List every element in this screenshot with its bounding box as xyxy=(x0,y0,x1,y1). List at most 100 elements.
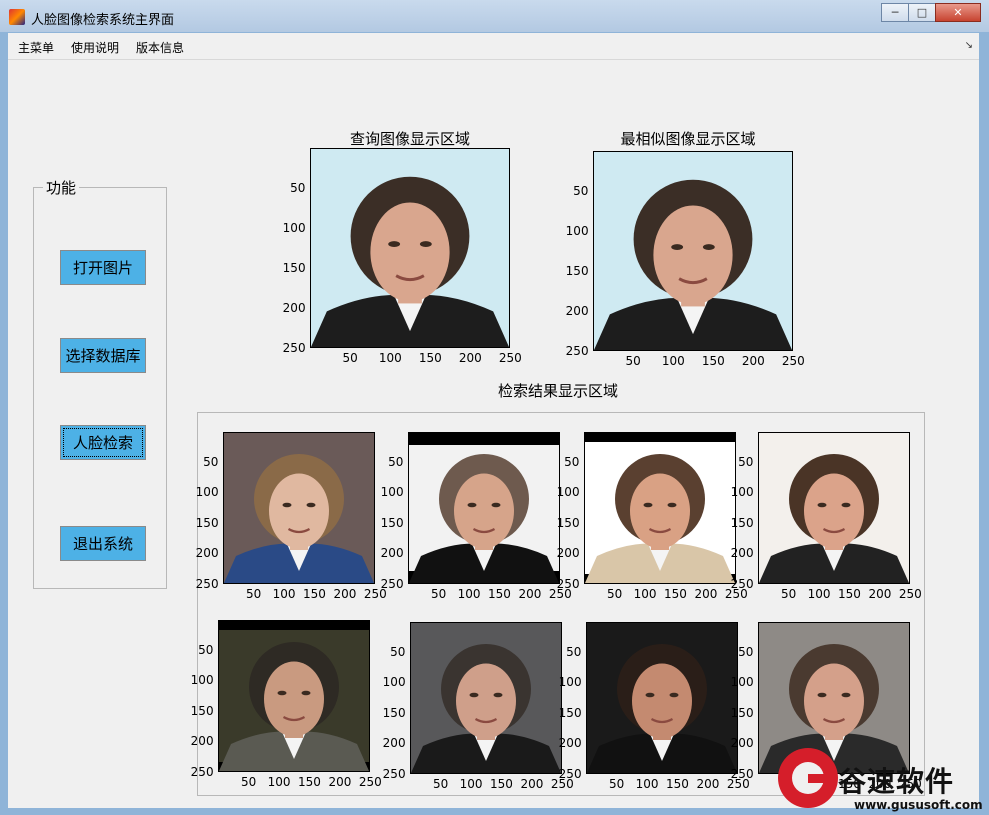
y-tick-label: 200 xyxy=(558,736,582,751)
query-image-axes[interactable] xyxy=(310,148,510,348)
y-tick-label: 50 xyxy=(566,644,582,659)
face-photo xyxy=(409,433,559,583)
y-tick-label: 50 xyxy=(388,454,404,469)
maximize-button[interactable]: □ xyxy=(908,3,936,22)
menu-main[interactable]: 主菜单 xyxy=(18,39,54,56)
x-tick-label: 50 xyxy=(625,354,641,368)
y-tick-label: 150 xyxy=(380,515,404,530)
face-photo xyxy=(594,152,792,350)
face-photo xyxy=(311,149,509,347)
y-tick-label: 200 xyxy=(190,734,214,749)
y-tick-label: 200 xyxy=(730,736,754,751)
face-photo xyxy=(585,433,735,583)
x-tick-label: 50 xyxy=(608,777,625,791)
y-tick-label: 150 xyxy=(558,705,582,720)
y-tick-label: 250 xyxy=(565,343,589,358)
select-database-button[interactable]: 选择数据库 xyxy=(60,338,146,373)
y-tick-label: 150 xyxy=(730,515,754,530)
x-tick-label: 100 xyxy=(272,587,296,601)
x-tick-label: 100 xyxy=(807,587,831,601)
x-tick-label: 50 xyxy=(606,587,623,601)
y-tick-label: 200 xyxy=(195,546,219,561)
menu-overflow-icon[interactable]: ↘ xyxy=(965,40,973,51)
y-tick-label: 50 xyxy=(738,644,754,659)
y-tick-label: 100 xyxy=(558,675,582,690)
x-tick-label: 200 xyxy=(518,587,542,601)
x-tick-label: 100 xyxy=(267,775,291,789)
menu-help[interactable]: 使用说明 xyxy=(71,39,119,56)
y-tick-label: 100 xyxy=(190,673,214,688)
face-search-button[interactable]: 人脸检索 xyxy=(60,425,146,460)
watermark: 谷速软件 www.gususoft.com xyxy=(778,748,989,815)
y-tick-label: 250 xyxy=(282,340,306,355)
result-image-axes[interactable] xyxy=(758,432,910,584)
y-tick-label: 250 xyxy=(558,766,582,781)
result-image-axes[interactable] xyxy=(586,622,738,774)
x-tick-label: 150 xyxy=(298,775,321,789)
menu-bar: 主菜单 使用说明 版本信息 ↘ xyxy=(8,33,979,60)
result-image-axes[interactable] xyxy=(223,432,375,584)
y-tick-label: 200 xyxy=(730,546,754,561)
close-button[interactable]: ✕ xyxy=(935,3,981,22)
y-tick-label: 200 xyxy=(282,300,306,315)
x-tick-label: 250 xyxy=(358,775,382,789)
y-tick-label: 250 xyxy=(730,766,754,781)
y-tick-label: 250 xyxy=(556,576,580,591)
x-tick-label: 50 xyxy=(245,587,262,601)
result-image-axes[interactable] xyxy=(218,620,370,772)
face-photo xyxy=(219,621,369,771)
y-tick-label: 50 xyxy=(573,183,589,198)
y-tick-label: 100 xyxy=(380,485,404,500)
y-tick-label: 150 xyxy=(556,515,580,530)
y-tick-label: 250 xyxy=(730,576,754,591)
result-image-axes[interactable] xyxy=(584,432,736,584)
open-image-button[interactable]: 打开图片 xyxy=(60,250,146,285)
exit-system-button[interactable]: 退出系统 xyxy=(60,526,146,561)
x-tick-label: 100 xyxy=(661,354,685,368)
y-tick-label: 100 xyxy=(282,220,306,235)
title-bar: 人脸图像检索系统主界面 ─ □ ✕ xyxy=(0,0,989,32)
x-tick-label: 200 xyxy=(333,587,357,601)
x-tick-label: 100 xyxy=(457,587,481,601)
y-tick-label: 50 xyxy=(198,642,214,657)
y-tick-label: 250 xyxy=(195,576,219,591)
x-tick-label: 50 xyxy=(430,587,447,601)
x-tick-label: 200 xyxy=(868,587,892,601)
y-tick-label: 150 xyxy=(195,515,219,530)
minimize-button[interactable]: ─ xyxy=(881,3,909,22)
result-image-axes[interactable] xyxy=(410,622,562,774)
x-tick-label: 150 xyxy=(490,777,513,791)
y-tick-label: 100 xyxy=(730,485,754,500)
y-tick-label: 100 xyxy=(730,675,754,690)
query-axes-title: 查询图像显示区域 xyxy=(349,130,470,148)
x-tick-label: 150 xyxy=(838,587,861,601)
y-tick-label: 250 xyxy=(190,764,214,779)
x-tick-label: 200 xyxy=(458,351,482,365)
y-tick-label: 200 xyxy=(380,546,404,561)
y-tick-label: 150 xyxy=(282,260,306,275)
y-tick-label: 200 xyxy=(565,303,589,318)
y-tick-label: 50 xyxy=(564,454,580,469)
face-photo xyxy=(224,433,374,583)
best-match-image-axes[interactable] xyxy=(593,151,793,351)
window-title: 人脸图像检索系统主界面 xyxy=(31,13,175,28)
x-tick-label: 100 xyxy=(378,351,402,365)
y-tick-label: 50 xyxy=(390,644,406,659)
figure-client-area: 功能 打开图片 选择数据库 人脸检索 退出系统 查询图像显示区域 50 100 15… xyxy=(8,60,979,808)
x-tick-label: 150 xyxy=(666,777,689,791)
y-tick-label: 100 xyxy=(565,223,589,238)
x-tick-label: 50 xyxy=(780,587,797,601)
gusu-logo-icon xyxy=(778,748,838,808)
x-tick-label: 200 xyxy=(328,775,352,789)
y-tick-label: 150 xyxy=(730,705,754,720)
best-match-axes-title: 最相似图像显示区域 xyxy=(620,130,756,148)
result-image-axes[interactable] xyxy=(408,432,560,584)
x-tick-label: 100 xyxy=(459,777,483,791)
x-tick-label: 250 xyxy=(498,351,522,365)
x-tick-label: 200 xyxy=(694,587,718,601)
x-tick-label: 150 xyxy=(664,587,687,601)
x-tick-label: 50 xyxy=(432,777,449,791)
x-tick-label: 250 xyxy=(898,587,922,601)
x-tick-label: 200 xyxy=(520,777,544,791)
menu-version[interactable]: 版本信息 xyxy=(136,39,184,56)
